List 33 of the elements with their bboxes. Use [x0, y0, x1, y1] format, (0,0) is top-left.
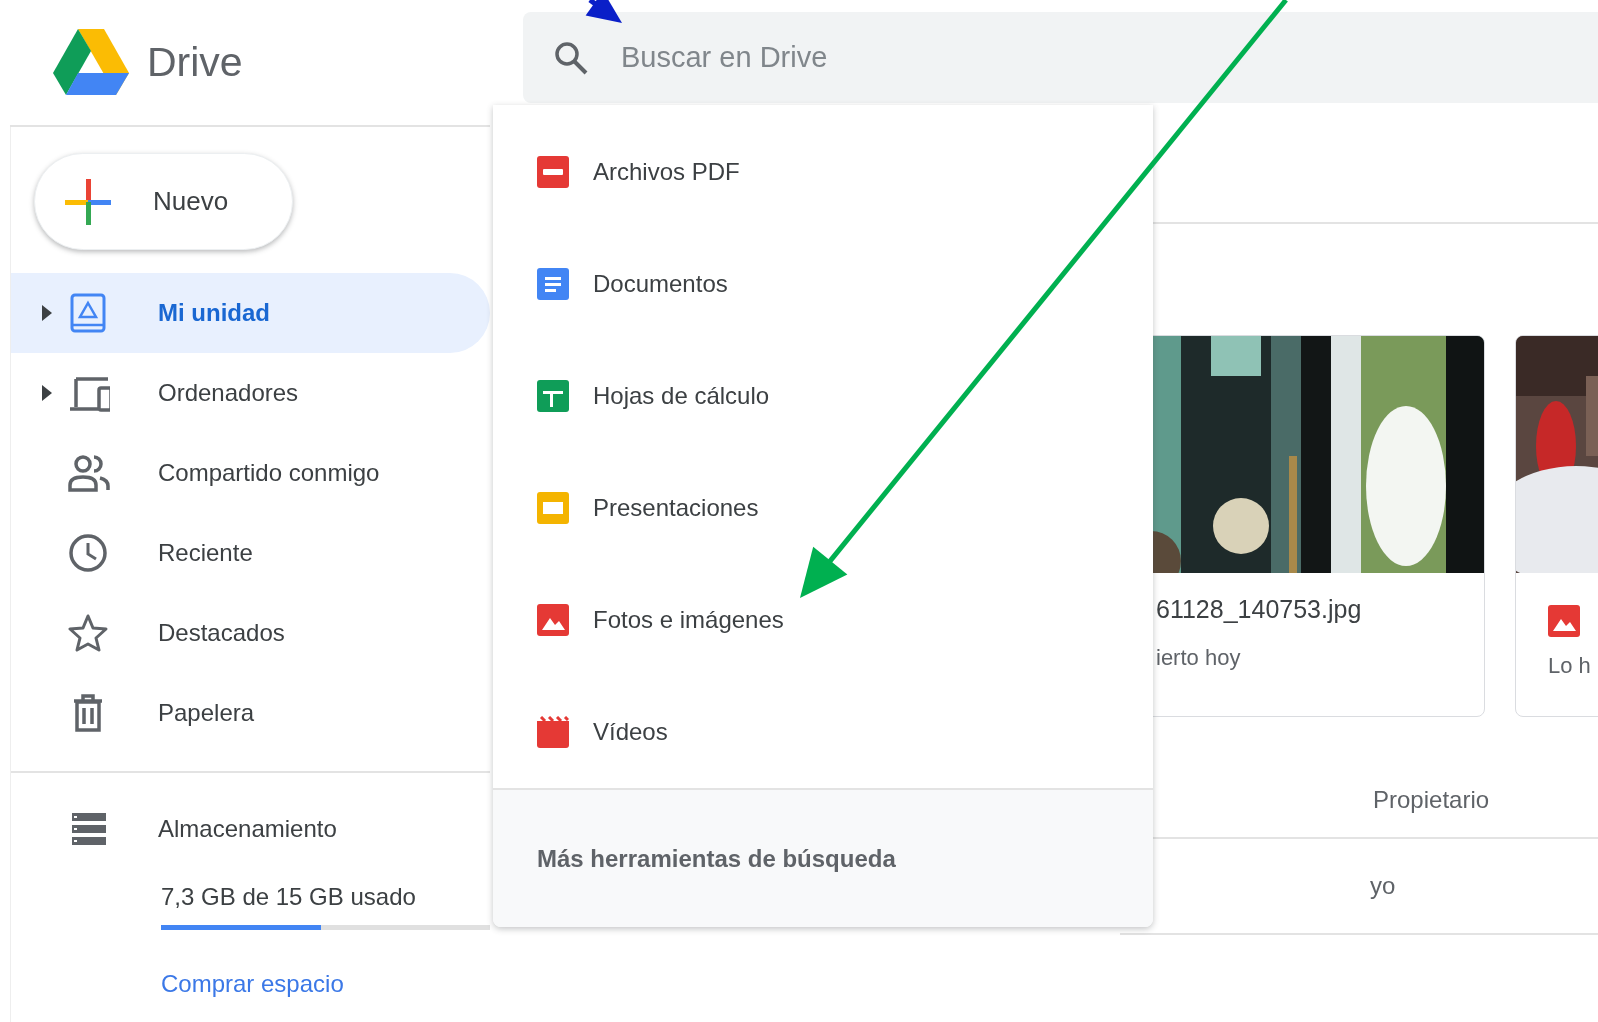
clock-icon: [68, 533, 110, 573]
more-search-tools-link[interactable]: Más herramientas de búsqueda: [537, 844, 896, 873]
people-icon: [68, 453, 110, 493]
image-file-icon: [1548, 605, 1580, 637]
image-file-icon: [537, 604, 569, 636]
sidebar-item[interactable]: Destacados: [11, 593, 490, 673]
column-header[interactable]: Propietario: [1373, 785, 1490, 814]
video-file-icon: [537, 716, 569, 748]
new-button[interactable]: Nuevo: [34, 153, 293, 250]
file-meta: ierto hoy: [1156, 645, 1242, 671]
search-icon: [553, 39, 589, 76]
sidebar-item[interactable]: Compartido conmigo: [11, 433, 490, 513]
pdf-file-icon: [537, 156, 569, 188]
spreadsheet-icon: [537, 380, 569, 412]
plus-icon: [63, 176, 113, 227]
buy-storage-link[interactable]: Comprar espacio: [161, 970, 344, 998]
sidebar-item[interactable]: Reciente: [11, 513, 490, 593]
sidebar-item[interactable]: Papelera: [11, 673, 490, 753]
app-name: Drive: [147, 39, 243, 86]
search-input[interactable]: Buscar en Drive: [619, 40, 1223, 75]
sidebar-item[interactable]: Mi unidad: [11, 273, 490, 353]
document-icon: [537, 268, 569, 300]
sidebar-item[interactable]: Ordenadores: [11, 353, 490, 433]
drive-logo-icon: [53, 28, 129, 97]
file-name: 61128_140753.jpg: [1156, 595, 1363, 625]
file-card[interactable]: Lo h: [1515, 335, 1598, 717]
storage-usage: 7,3 GB de 15 GB usado: [161, 883, 417, 911]
storage-label: Almacenamiento: [158, 815, 337, 843]
search-menu-item[interactable]: Archivos PDF: [493, 116, 1153, 228]
table-cell: yo: [1370, 872, 1396, 900]
file-meta: Lo h: [1548, 653, 1592, 679]
slides-icon: [537, 492, 569, 524]
star-icon: [68, 613, 110, 653]
